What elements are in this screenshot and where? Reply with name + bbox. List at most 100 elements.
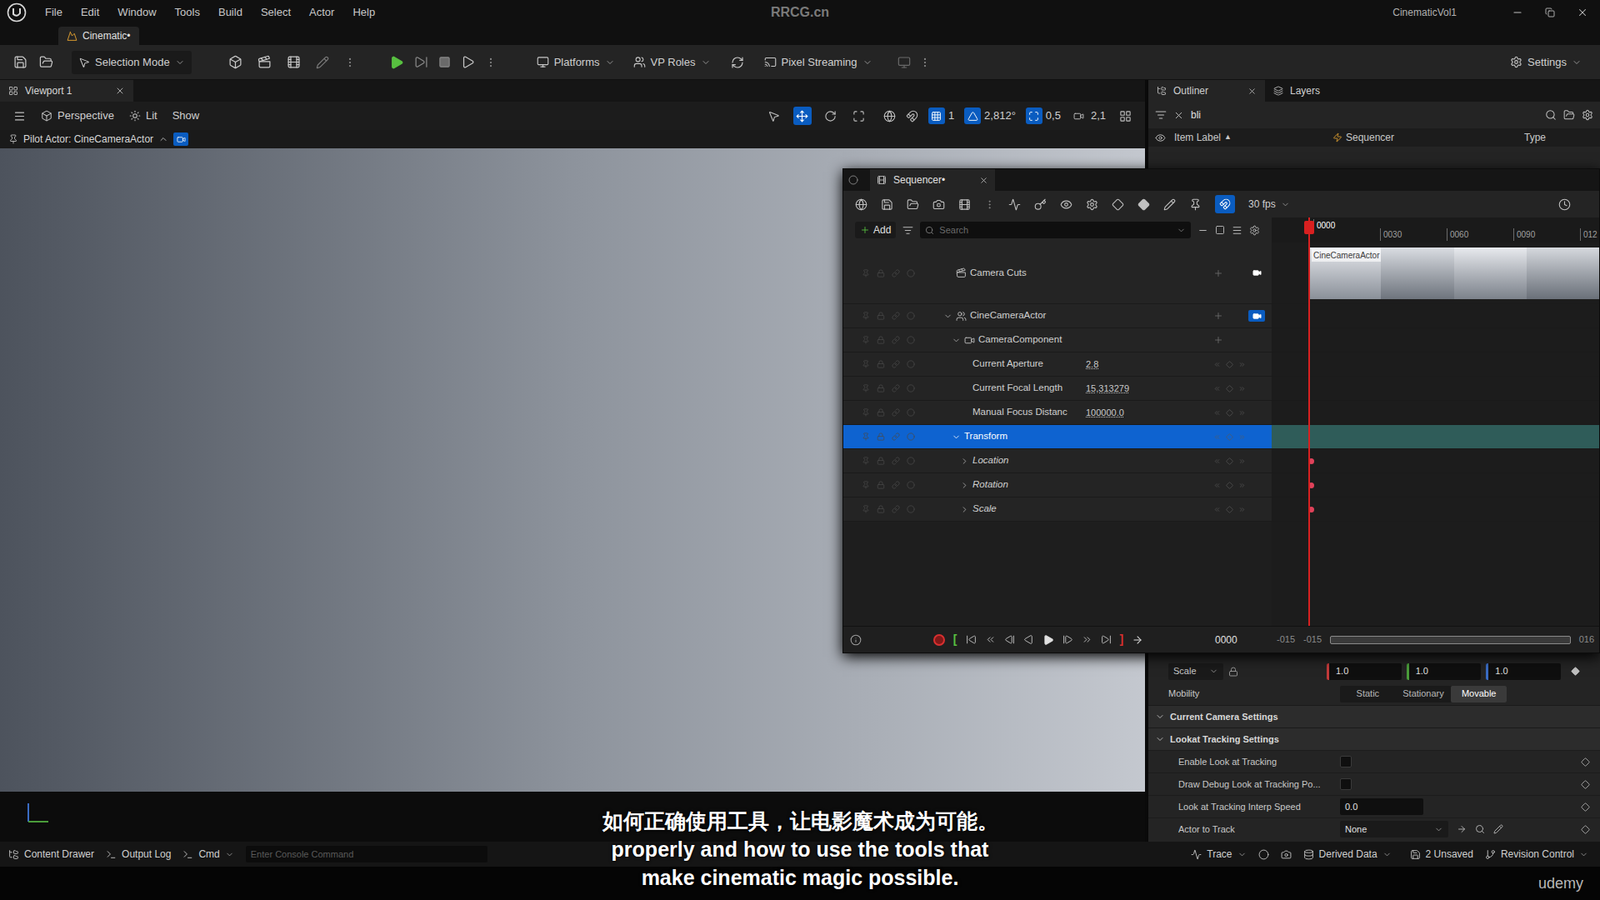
- property-value[interactable]: 100000.0: [1085, 405, 1125, 420]
- output-log-button[interactable]: Output Log: [105, 846, 171, 862]
- menu-item[interactable]: Select: [260, 4, 291, 21]
- blueprint-icon[interactable]: [257, 55, 272, 70]
- pin-track-icon[interactable]: [861, 269, 870, 278]
- track-timeline[interactable]: [1271, 352, 1600, 377]
- next-key-icon[interactable]: [1238, 433, 1246, 441]
- jump-start-icon[interactable]: [965, 634, 977, 645]
- track-row[interactable]: Camera CutsCineCameraActor: [843, 242, 1600, 305]
- scale-field[interactable]: 1.0: [1485, 663, 1561, 680]
- panel-tab[interactable]: Layers: [1265, 80, 1329, 102]
- mute-track-icon[interactable]: [906, 408, 915, 417]
- play-icon[interactable]: [389, 55, 405, 70]
- lock-track-icon[interactable]: [876, 480, 885, 490]
- lock-track-icon[interactable]: [876, 335, 885, 345]
- track-settings-icon[interactable]: [1249, 225, 1260, 236]
- cinematics-icon[interactable]: [286, 55, 301, 70]
- checkbox[interactable]: [1340, 755, 1352, 768]
- property-value[interactable]: 2.8: [1085, 357, 1099, 372]
- content-drawer-button[interactable]: Content Drawer: [8, 846, 95, 862]
- display-icon[interactable]: [897, 55, 911, 70]
- time-scrollbar[interactable]: [1330, 635, 1571, 645]
- add-track-icon[interactable]: [1213, 268, 1224, 279]
- filter-icon[interactable]: [902, 225, 914, 236]
- add-track-button[interactable]: Add: [855, 221, 896, 239]
- solo-track-icon[interactable]: [891, 505, 900, 514]
- expand-track-icon[interactable]: [943, 311, 953, 321]
- time-ruler[interactable]: 0000003000600090012: [1271, 217, 1600, 243]
- record-trace-icon[interactable]: [1258, 849, 1270, 860]
- more-icon[interactable]: [344, 56, 356, 69]
- outliner-settings-icon[interactable]: [1581, 109, 1594, 121]
- pin-track-icon[interactable]: [861, 384, 870, 393]
- prev-key-icon[interactable]: [1213, 385, 1221, 393]
- solo-track-icon[interactable]: [891, 269, 900, 278]
- track-row[interactable]: CameraComponent: [843, 328, 1600, 353]
- menu-item[interactable]: Build: [218, 4, 243, 21]
- mute-track-icon[interactable]: [906, 384, 915, 393]
- save-icon[interactable]: [880, 198, 894, 211]
- transform-tool-button[interactable]: [765, 106, 784, 125]
- transform-tool-button[interactable]: [821, 106, 840, 125]
- pin-track-icon[interactable]: [861, 505, 870, 514]
- view-options-icon[interactable]: [1060, 198, 1073, 211]
- record-button[interactable]: [933, 634, 945, 646]
- track-timeline[interactable]: [1271, 425, 1600, 450]
- prev-key-icon[interactable]: [1213, 409, 1221, 417]
- pin-track-icon[interactable]: [861, 311, 870, 320]
- play-reverse-icon[interactable]: [1023, 634, 1035, 645]
- checkbox[interactable]: [1340, 778, 1352, 790]
- keyframe-icon[interactable]: [1580, 825, 1590, 835]
- pin-track-icon[interactable]: [861, 360, 870, 369]
- modes-icon[interactable]: [315, 55, 330, 70]
- track-timeline[interactable]: [1271, 376, 1600, 401]
- add-key-icon[interactable]: [1225, 360, 1234, 369]
- mobility-option[interactable]: Static: [1340, 685, 1396, 703]
- prev-key-icon[interactable]: [1213, 505, 1221, 514]
- panel-tab[interactable]: Outliner: [1148, 80, 1265, 102]
- track-row[interactable]: Location: [843, 449, 1600, 474]
- track-row[interactable]: Manual Focus Distanc100000.0: [843, 400, 1600, 425]
- advance-frame-icon[interactable]: [414, 55, 429, 70]
- keyframe-icon[interactable]: [1580, 780, 1590, 790]
- add-track-icon[interactable]: [1213, 310, 1224, 321]
- edit-icon[interactable]: [1163, 198, 1176, 211]
- console-input[interactable]: Enter Console Command: [245, 845, 488, 863]
- pin-track-icon[interactable]: [861, 456, 870, 465]
- snap-toggle[interactable]: 0,5: [1025, 107, 1061, 125]
- track-timeline[interactable]: CineCameraActor: [1271, 242, 1600, 305]
- keyframe-icon[interactable]: [1580, 757, 1590, 767]
- info-icon[interactable]: [850, 634, 862, 646]
- menu-item[interactable]: Tools: [175, 4, 200, 21]
- mute-track-icon[interactable]: [906, 456, 915, 465]
- track-row[interactable]: Transform: [843, 425, 1600, 450]
- playhead-handle[interactable]: [1304, 220, 1315, 235]
- track-timeline[interactable]: [1271, 304, 1600, 329]
- details-section[interactable]: Current Camera Settings: [1148, 705, 1600, 728]
- revision-control-dropdown[interactable]: Revision Control: [1485, 846, 1589, 862]
- close-icon[interactable]: [1576, 6, 1589, 19]
- transform-tool-button[interactable]: [793, 106, 812, 125]
- lock-track-icon[interactable]: [876, 408, 885, 417]
- track-timeline[interactable]: [1271, 400, 1600, 425]
- menu-item[interactable]: Actor: [309, 4, 335, 21]
- viewport-menu-icon[interactable]: [13, 110, 26, 123]
- track-timeline[interactable]: [1271, 473, 1600, 498]
- lit-button[interactable]: Lit: [129, 107, 158, 125]
- next-key-icon[interactable]: [1238, 481, 1246, 490]
- add-key-icon[interactable]: [1225, 385, 1234, 393]
- track-row[interactable]: CineCameraActor: [843, 304, 1600, 329]
- snap-toggle[interactable]: 2,1: [1070, 107, 1106, 125]
- details-section[interactable]: Lookat Tracking Settings: [1148, 727, 1600, 750]
- mute-track-icon[interactable]: [906, 269, 915, 278]
- mute-track-icon[interactable]: [906, 480, 915, 490]
- browse-icon[interactable]: [39, 55, 54, 70]
- keyframe-icon[interactable]: [1580, 802, 1590, 812]
- range-end-button[interactable]: ]: [1120, 630, 1125, 649]
- stop-icon[interactable]: [438, 55, 451, 69]
- add-actor-icon[interactable]: [228, 55, 243, 70]
- pick-actor-icon[interactable]: [1493, 824, 1504, 835]
- unreal-logo-icon[interactable]: [6, 2, 27, 23]
- column-header[interactable]: Sequencer: [1332, 130, 1525, 145]
- save-icon[interactable]: [13, 55, 28, 70]
- layout-icon[interactable]: [1119, 110, 1132, 123]
